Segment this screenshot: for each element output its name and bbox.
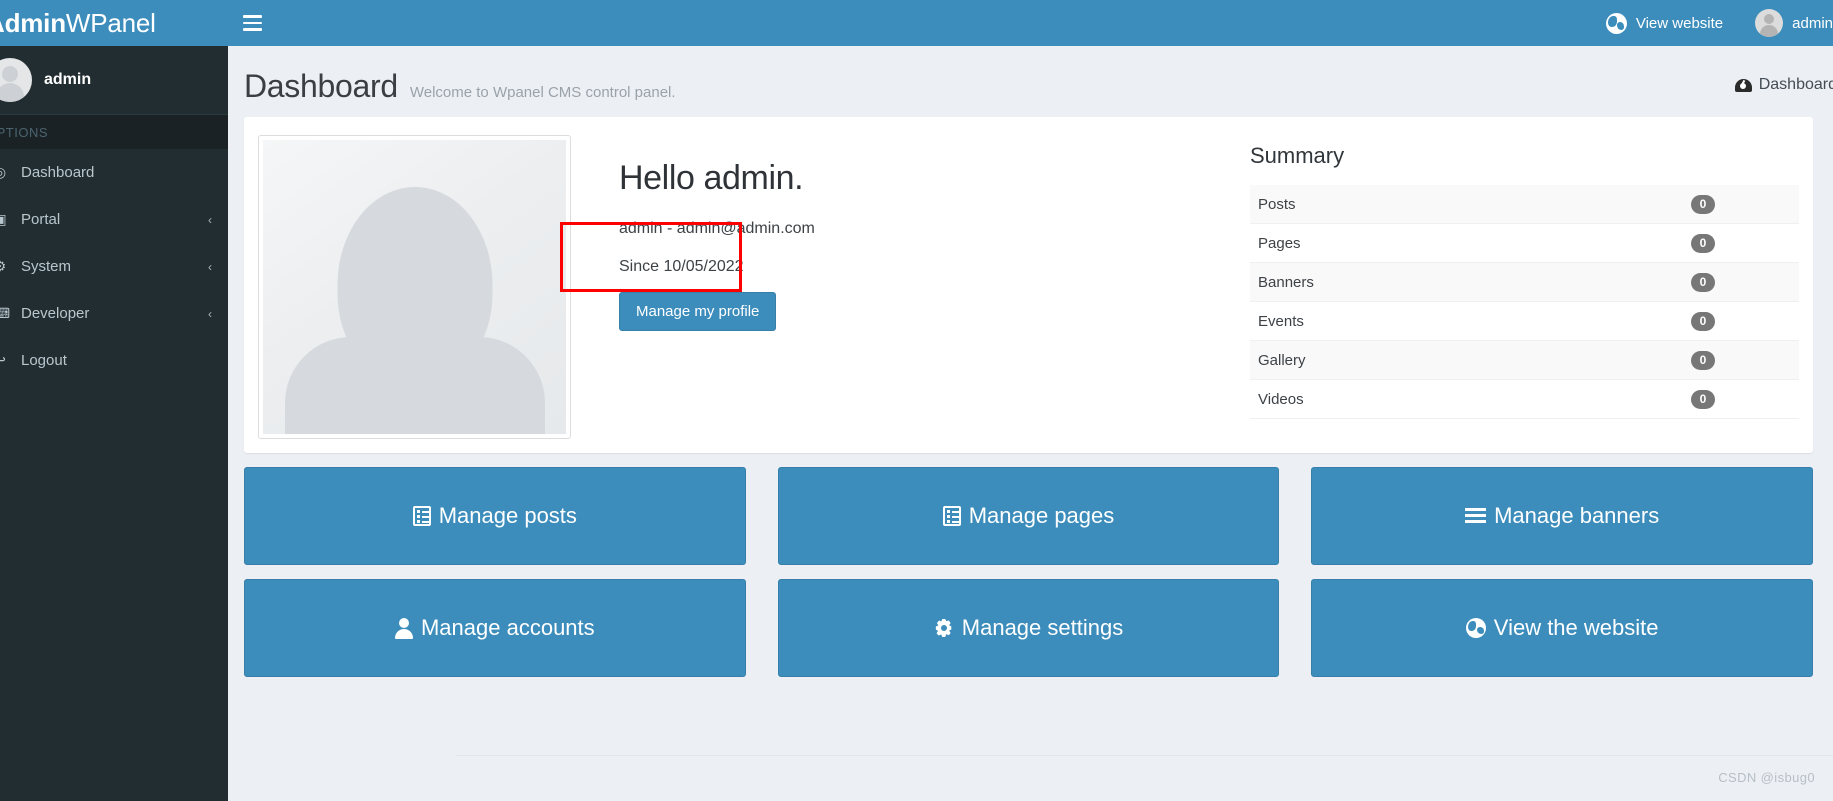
- bars-icon: [1465, 507, 1487, 525]
- developer-icon: ⌨: [0, 305, 11, 322]
- summary-list: Posts 0 Pages 0 Banners 0 Events 0 Galle…: [1250, 185, 1799, 419]
- sidebar-item-label: Logout: [21, 352, 67, 369]
- status-badge: 0: [1691, 233, 1715, 253]
- sidebar-toggle-button[interactable]: [228, 0, 276, 46]
- list-icon: [412, 506, 431, 526]
- globe-icon: [1605, 12, 1627, 34]
- system-icon: ⚙: [0, 258, 11, 275]
- sidebar-item-label: System: [21, 258, 72, 275]
- summary-label: Posts: [1258, 195, 1296, 213]
- summary-label: Pages: [1258, 234, 1301, 252]
- manage-posts-button[interactable]: Manage posts: [244, 467, 746, 565]
- button-label: View the website: [1493, 615, 1659, 640]
- profile-since: Since 10/05/2022: [619, 258, 744, 275]
- brand-logo[interactable]: AdminWPanel: [0, 0, 228, 46]
- status-badge: 0: [1691, 389, 1715, 409]
- manage-banners-button[interactable]: Manage banners: [1311, 467, 1813, 565]
- manage-accounts-button[interactable]: Manage accounts: [244, 579, 746, 677]
- avatar: [1755, 9, 1784, 37]
- top-navbar: View website admin: [228, 0, 1833, 46]
- profile-details: Hello admin. admin - admin@admin.com Sin…: [571, 135, 1192, 439]
- breadcrumb[interactable]: Dashboard: [1734, 76, 1833, 94]
- list-icon: [942, 506, 961, 526]
- content-area: Dashboard Welcome to Wpanel CMS control …: [228, 46, 1833, 801]
- logout-icon: ↩: [0, 352, 11, 369]
- button-label: Manage banners: [1494, 503, 1660, 528]
- hamburger-bar: [242, 28, 262, 31]
- status-badge: 0: [1691, 194, 1715, 214]
- chevron-left-icon: ‹: [208, 212, 212, 227]
- gear-icon: [934, 618, 954, 638]
- sidebar-item-label: Portal: [21, 211, 61, 228]
- portal-icon: ▣: [0, 211, 11, 228]
- chevron-left-icon: ‹: [208, 259, 212, 274]
- sidebar-username: admin: [44, 71, 92, 88]
- sidebar-nav: ◎ Dashboard ▣ Portal ‹ ⚙ System ‹ ⌨ Deve…: [0, 149, 228, 384]
- view-website-link[interactable]: View website: [1590, 0, 1739, 46]
- profile-photo[interactable]: [258, 135, 571, 439]
- chevron-left-icon: ‹: [208, 306, 212, 321]
- tachometer-icon: [1734, 78, 1752, 92]
- summary-label: Gallery: [1258, 351, 1306, 369]
- footer-strip: [456, 755, 1833, 801]
- avatar: [0, 58, 32, 102]
- sidebar-user-panel[interactable]: admin: [0, 46, 228, 115]
- view-the-website-button[interactable]: View the website: [1311, 579, 1813, 677]
- person-body-shape: [284, 336, 545, 434]
- button-label: Manage pages: [968, 503, 1115, 528]
- summary-row-banners[interactable]: Banners 0: [1250, 263, 1799, 302]
- summary-row-gallery[interactable]: Gallery 0: [1250, 341, 1799, 380]
- profile-summary-panel: Hello admin. admin - admin@admin.com Sin…: [244, 117, 1813, 453]
- button-label: Manage settings: [961, 615, 1124, 640]
- status-badge: 0: [1691, 311, 1715, 331]
- sidebar: AdminWPanel admin OPTIONS ◎ Dashboard ▣ …: [0, 0, 228, 801]
- user-menu-button[interactable]: admin: [1739, 0, 1833, 46]
- brand-bold-text: Admin: [0, 7, 66, 38]
- status-badge: 0: [1691, 272, 1715, 292]
- button-label: Manage posts: [438, 503, 577, 528]
- manage-my-profile-button[interactable]: Manage my profile: [619, 292, 777, 331]
- sidebar-section-label: OPTIONS: [0, 115, 228, 149]
- summary-row-videos[interactable]: Videos 0: [1250, 380, 1799, 419]
- summary-label: Events: [1258, 312, 1304, 330]
- page-subtitle: Welcome to Wpanel CMS control panel.: [409, 84, 676, 101]
- page-title: Dashboard: [244, 68, 398, 104]
- hamburger-bar: [242, 21, 262, 25]
- brand-light-text: WPanel: [65, 7, 156, 38]
- watermark-text: CSDN @isbug0: [1718, 770, 1815, 785]
- summary-title: Summary: [1250, 143, 1345, 168]
- sidebar-item-label: Developer: [21, 305, 90, 322]
- summary-label: Videos: [1258, 390, 1304, 408]
- content-header: Dashboard Welcome to Wpanel CMS control …: [228, 46, 1833, 117]
- summary-row-posts[interactable]: Posts 0: [1250, 185, 1799, 224]
- sidebar-item-logout[interactable]: ↩ Logout: [0, 337, 228, 384]
- breadcrumb-label: Dashboard: [1758, 76, 1833, 93]
- quick-actions-grid: Manage posts Manage pages Manage banners…: [244, 467, 1813, 677]
- summary-row-pages[interactable]: Pages 0: [1250, 224, 1799, 263]
- admin-dashboard-page: AdminWPanel admin OPTIONS ◎ Dashboard ▣ …: [0, 0, 1833, 801]
- sidebar-item-label: Dashboard: [21, 164, 95, 181]
- profile-email: admin - admin@admin.com: [619, 220, 815, 237]
- user-icon: [395, 618, 413, 638]
- sidebar-item-developer[interactable]: ⌨ Developer ‹: [0, 290, 228, 337]
- summary-label: Banners: [1258, 273, 1314, 291]
- manage-settings-button[interactable]: Manage settings: [777, 579, 1280, 677]
- sidebar-item-dashboard[interactable]: ◎ Dashboard: [0, 149, 228, 196]
- button-label: Manage accounts: [420, 615, 595, 640]
- globe-icon: [1465, 618, 1486, 638]
- sidebar-item-system[interactable]: ⚙ System ‹: [0, 243, 228, 290]
- summary-section: Summary Posts 0 Pages 0 Banners 0 Events…: [1192, 135, 1799, 439]
- hamburger-bar: [242, 15, 262, 18]
- navbar-right-group: View website admin: [1590, 0, 1833, 46]
- content-body: Hello admin. admin - admin@admin.com Sin…: [228, 117, 1833, 677]
- status-badge: 0: [1691, 350, 1715, 370]
- dashboard-icon: ◎: [0, 164, 11, 181]
- greeting-title: Hello admin.: [619, 159, 804, 197]
- navbar-username: admin: [1792, 14, 1833, 32]
- view-website-label: View website: [1635, 14, 1724, 32]
- sidebar-item-portal[interactable]: ▣ Portal ‹: [0, 196, 228, 243]
- summary-row-events[interactable]: Events 0: [1250, 302, 1799, 341]
- profile-placeholder-image: [263, 140, 566, 434]
- manage-pages-button[interactable]: Manage pages: [777, 467, 1280, 565]
